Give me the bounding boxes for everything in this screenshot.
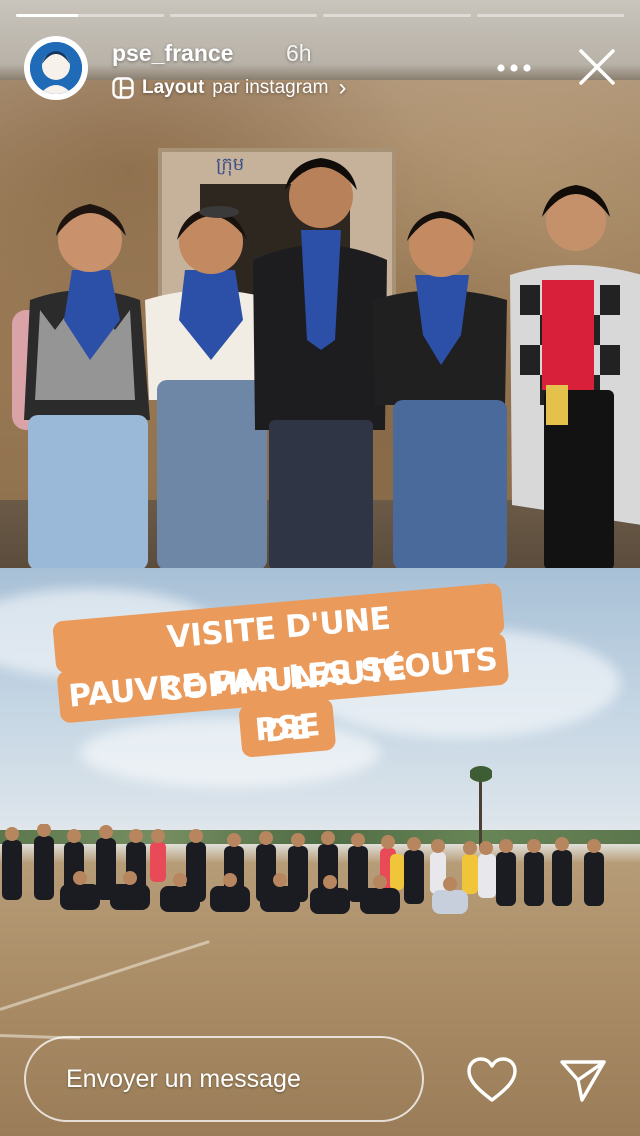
send-message-input[interactable]: Envoyer un message <box>24 1036 424 1122</box>
story-viewer[interactable]: ក្រុម VISITE D'UNE COMMUNAUTÉ PAUVRE PAR… <box>0 0 640 1136</box>
close-button[interactable] <box>574 44 620 90</box>
more-options-button[interactable] <box>494 48 534 88</box>
send-icon <box>560 1060 606 1102</box>
story-progress-bar <box>16 14 624 18</box>
attribution-app-name: Layout <box>142 77 205 98</box>
progress-segment-fill <box>16 14 78 17</box>
layout-grid-icon <box>112 77 134 99</box>
chevron-right-icon: › <box>338 74 347 101</box>
crowd-of-players <box>2 824 604 914</box>
progress-segment <box>323 14 471 17</box>
attribution-suffix: par instagram <box>212 77 329 98</box>
close-icon <box>579 49 615 85</box>
story-header: pse_france 6h Layout par instagram › <box>24 34 620 102</box>
story-footer: Envoyer un message <box>0 1006 640 1136</box>
heart-icon <box>467 1057 517 1102</box>
person-figure <box>510 185 640 568</box>
person-figure <box>373 211 507 568</box>
app-attribution[interactable]: Layout par instagram › <box>112 74 346 102</box>
progress-segment <box>16 14 164 17</box>
more-horizontal-icon <box>497 64 531 72</box>
progress-segment <box>169 14 317 17</box>
profile-avatar[interactable] <box>24 36 88 100</box>
avatar-illustration <box>30 42 82 94</box>
svg-text:ក្រុម: ក្រុម <box>216 154 244 176</box>
like-button[interactable] <box>466 1056 518 1104</box>
account-username[interactable]: pse_france <box>112 40 233 67</box>
share-button[interactable] <box>558 1056 608 1104</box>
story-timestamp: 6h <box>286 40 312 66</box>
progress-segment <box>476 14 624 17</box>
message-placeholder: Envoyer un message <box>66 1064 301 1093</box>
